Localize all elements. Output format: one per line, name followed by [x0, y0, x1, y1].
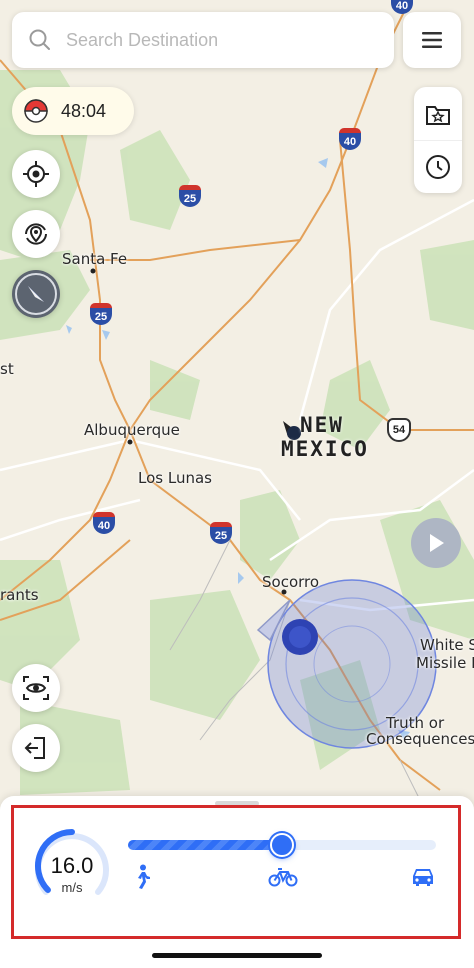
folder-star-icon: [426, 105, 450, 125]
play-icon: [430, 534, 444, 552]
speed-value: 16.0: [50, 853, 94, 878]
right-tool-panel: [414, 87, 462, 193]
interstate-40-shield: 40: [93, 512, 115, 534]
interstate-25-shield: 25: [90, 303, 112, 325]
city-label-albuquerque: Albuquerque: [84, 421, 180, 439]
region-label-white-sands-2: Missile Ra: [416, 654, 474, 672]
compass-icon: [15, 273, 57, 315]
menu-button[interactable]: [403, 12, 461, 68]
bicycle-icon[interactable]: [268, 866, 298, 888]
search-input[interactable]: [64, 28, 368, 52]
interstate-25-shield: 25: [210, 522, 232, 544]
locate-me-button[interactable]: [12, 150, 60, 198]
city-label-los-lunas: Los Lunas: [138, 469, 212, 487]
city-label-consequences: Consequences: [366, 730, 474, 748]
clock-icon: [426, 154, 450, 179]
pokeball-icon: [24, 99, 48, 123]
interstate-40-shield: 40: [339, 128, 361, 150]
cooldown-timer[interactable]: 48:04: [12, 87, 134, 135]
interstate-25-shield: 25: [179, 185, 201, 207]
region-label-white-sands-1: White Sa: [420, 636, 474, 654]
view-toggle-button[interactable]: [12, 664, 60, 712]
play-route-button[interactable]: [411, 518, 461, 568]
city-label-santa-fe: Santa Fe: [62, 250, 128, 268]
compass-button[interactable]: [12, 270, 60, 318]
search-icon: [29, 29, 50, 50]
home-indicator: [152, 953, 322, 958]
location-rotate-icon: [25, 223, 47, 245]
rotate-location-button[interactable]: [12, 210, 60, 258]
eye-scan-icon: [23, 676, 49, 700]
edge-label-st: st: [0, 360, 14, 378]
us-54-shield: 54: [387, 418, 411, 442]
logout-icon: [24, 737, 45, 759]
search-bar[interactable]: [12, 12, 394, 68]
exit-button[interactable]: [12, 724, 60, 772]
walking-icon[interactable]: [130, 864, 154, 890]
speed-unit: m/s: [61, 880, 83, 895]
hamburger-menu-icon: [422, 32, 442, 48]
crosshair-icon: [23, 161, 49, 187]
edge-label-rants: rants: [0, 586, 39, 604]
speed-slider-knob[interactable]: [270, 833, 294, 857]
city-label-socorro: Socorro: [262, 573, 320, 591]
state-label-new: NEW: [300, 413, 344, 437]
favorites-button[interactable]: [414, 87, 462, 141]
state-label-mexico: MEXICO: [281, 437, 369, 461]
history-button[interactable]: [414, 140, 462, 193]
speed-slider-fill: [128, 840, 282, 850]
car-icon[interactable]: [410, 866, 436, 888]
timer-value: 48:04: [61, 100, 107, 121]
